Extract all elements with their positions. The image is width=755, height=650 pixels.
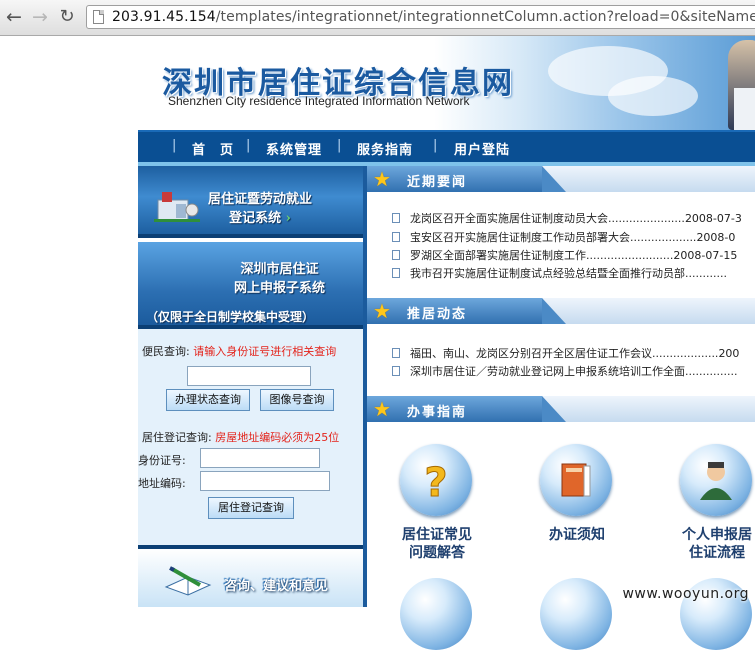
watermark-text: www.wooyun.org <box>622 586 749 602</box>
address-code-field[interactable] <box>200 471 330 491</box>
residence-query-label: 居住登记查询: <box>142 431 212 444</box>
id-number-label: 身份证号: <box>138 454 186 467</box>
document-icon <box>392 348 400 358</box>
id-number-field[interactable] <box>200 448 320 468</box>
convenience-query-hint: 请输入身份证号进行相关查询 <box>193 345 337 358</box>
nav-user-login[interactable]: 用户登陆 <box>454 139 510 158</box>
nav-service-guide[interactable]: 服务指南 <box>357 139 413 158</box>
document-icon <box>392 366 400 376</box>
news-item[interactable]: 福田、南山、龙岗区分别召开全区居住证工作会议..................… <box>392 345 739 361</box>
service-guide-title: 办事指南 <box>407 405 468 420</box>
nav-home[interactable]: 首 页 <box>192 139 234 158</box>
gate-icon <box>154 192 200 222</box>
site-banner: 深圳市居住证综合信息网 Shenzhen City residence Inte… <box>138 36 755 130</box>
news-item[interactable]: 龙岗区召开全面实施居住证制度动员大会......................… <box>392 210 742 226</box>
address-code-label: 地址编码: <box>138 477 186 490</box>
reload-icon[interactable]: ↻ <box>55 5 79 29</box>
id-number-query-input[interactable] <box>187 366 311 386</box>
question-mark-icon: ? <box>424 460 448 503</box>
document-icon <box>392 232 400 242</box>
document-icon <box>392 250 400 260</box>
service-guide-header: ★ 办事指南 <box>367 396 755 422</box>
main-nav: | 首 页 | 系统管理 | 服务指南 | 用户登陆 <box>138 130 755 162</box>
recent-news-header: ★ 近期要闻 <box>367 166 755 192</box>
status-query-button[interactable]: 办理状态查询 <box>166 389 250 411</box>
svg-text:?: ? <box>424 460 447 502</box>
person-icon <box>700 462 732 500</box>
site-subtitle: Shenzhen City residence Integrated Infor… <box>168 94 470 108</box>
residence-trends-header: ★ 推居动态 <box>367 298 755 324</box>
labor-registration-system-label: 居住证暨劳动就业 登记系统 › <box>208 192 313 226</box>
page-icon <box>93 10 104 24</box>
address-bar[interactable]: 203.91.45.154/templates/integrationnet/i… <box>86 5 755 29</box>
news-item[interactable]: 我市召开实施居住证制度试点经验总结暨全面推行动员部............ <box>392 265 727 281</box>
news-item[interactable]: 宝安区召开实施居住证制度工作动员部署大会...................2… <box>392 229 735 245</box>
forward-arrow-icon[interactable]: → <box>28 5 52 29</box>
document-icon <box>392 213 400 223</box>
convenience-query-label: 便民查询: <box>142 345 190 358</box>
news-item[interactable]: 罗湖区全面部署实施居住证制度工作........................… <box>392 247 737 263</box>
residence-trends-title: 推居动态 <box>407 307 468 322</box>
browser-toolbar: ← → ↻ 203.91.45.154/templates/integratio… <box>0 0 755 36</box>
url-text: 203.91.45.154/templates/integrationnet/i… <box>112 9 755 25</box>
star-icon: ★ <box>373 299 391 323</box>
back-arrow-icon[interactable]: ← <box>2 5 26 29</box>
query-panel: 便民查询: 请输入身份证号进行相关查询 办理状态查询 图像号查询 居住登记查询:… <box>138 329 363 547</box>
more-service-icon[interactable] <box>540 578 612 650</box>
image-number-query-button[interactable]: 图像号查询 <box>260 389 334 411</box>
recent-news-title: 近期要闻 <box>407 175 468 190</box>
left-sidebar: 居住证暨劳动就业 登记系统 › 深圳市居住证 网上申报子系统 （仅限于全日制学校… <box>138 166 363 607</box>
online-declaration-system-label: 深圳市居住证 网上申报子系统 <box>234 262 326 296</box>
feedback-link[interactable]: 咨询、建议和意见 <box>138 545 363 607</box>
more-service-icon[interactable] <box>400 578 472 650</box>
online-declaration-note: （仅限于全日制学校集中受理） <box>146 310 315 324</box>
star-icon: ★ <box>373 167 391 191</box>
residence-query-hint: 房屋地址编码必须为25位 <box>215 431 340 444</box>
pen-book-icon <box>164 566 212 596</box>
star-icon: ★ <box>373 397 391 421</box>
news-item[interactable]: 深圳市居住证／劳动就业登记网上申报系统培训工作全面............... <box>392 363 737 379</box>
document-icon <box>392 268 400 278</box>
feedback-label: 咨询、建议和意见 <box>224 579 329 594</box>
book-icon <box>561 463 591 497</box>
residence-registration-query-button[interactable]: 居住登记查询 <box>208 497 294 519</box>
nav-system-management[interactable]: 系统管理 <box>266 139 322 158</box>
